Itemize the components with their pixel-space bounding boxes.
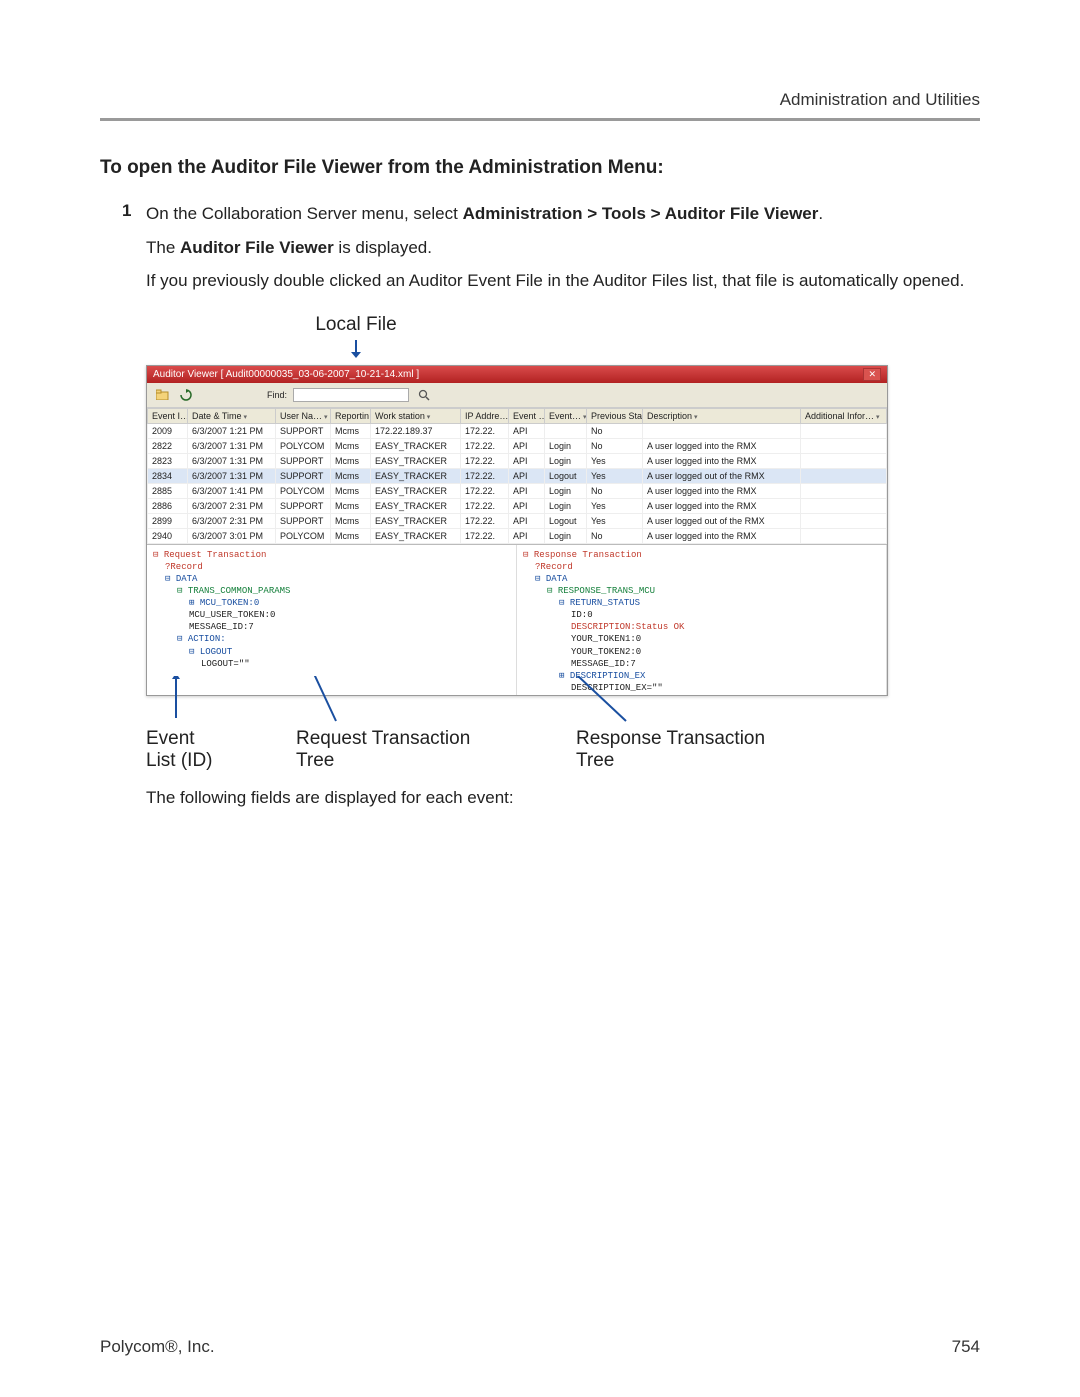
figure: Local File Auditor Viewer [ Audit0000003… bbox=[146, 314, 886, 774]
table-row[interactable]: 28226/3/2007 1:31 PMPOLYCOMMcmsEASY_TRAC… bbox=[148, 438, 887, 453]
col-ip[interactable]: IP Addre… bbox=[461, 408, 509, 423]
col-workstation[interactable]: Work station bbox=[371, 408, 461, 423]
col-date[interactable]: Date & Time bbox=[188, 408, 276, 423]
col-event-id[interactable]: Event I… bbox=[148, 408, 188, 423]
event-list-caption: Event List (ID) bbox=[146, 728, 296, 774]
captions-row: Event List (ID) Request Transaction Tree… bbox=[146, 728, 886, 774]
auditor-viewer-window: Auditor Viewer [ Audit00000035_03-06-200… bbox=[146, 365, 888, 696]
line-previous: If you previously double clicked an Audi… bbox=[146, 268, 980, 294]
table-row[interactable]: 28346/3/2007 1:31 PMSUPPORTMcmsEASY_TRAC… bbox=[148, 468, 887, 483]
step-text: On the Collaboration Server menu, select… bbox=[146, 201, 980, 227]
titlebar[interactable]: Auditor Viewer [ Audit00000035_03-06-200… bbox=[147, 366, 887, 383]
breadcrumb: Administration and Utilities bbox=[100, 90, 980, 110]
toolbar: Find: bbox=[147, 383, 887, 408]
response-tree-caption: Response Transaction Tree bbox=[576, 728, 886, 774]
refresh-icon[interactable] bbox=[177, 386, 195, 404]
response-tree[interactable]: ⊟ Response Transaction ?Record ⊟ DATA ⊟ … bbox=[517, 545, 887, 695]
window-title: Auditor Viewer [ Audit00000035_03-06-200… bbox=[153, 369, 419, 380]
request-tree[interactable]: ⊟ Request Transaction ?Record ⊟ DATA ⊟ T… bbox=[147, 545, 517, 695]
col-event2[interactable]: Event… bbox=[545, 408, 587, 423]
find-label: Find: bbox=[267, 390, 287, 400]
table-row[interactable]: 28996/3/2007 2:31 PMSUPPORTMcmsEASY_TRAC… bbox=[148, 513, 887, 528]
line-displayed: The Auditor File Viewer is displayed. bbox=[146, 235, 980, 261]
step-number: 1 bbox=[122, 201, 146, 227]
arrows-row bbox=[146, 696, 886, 726]
divider bbox=[100, 118, 980, 121]
footer-page: 754 bbox=[952, 1337, 980, 1357]
table-header-row[interactable]: Event I… Date & Time User Na… Reportin… … bbox=[148, 408, 887, 423]
lower-panes: ⊟ Request Transaction ?Record ⊟ DATA ⊟ T… bbox=[147, 544, 887, 695]
table-row[interactable]: 28856/3/2007 1:41 PMPOLYCOMMcmsEASY_TRAC… bbox=[148, 483, 887, 498]
events-table[interactable]: Event I… Date & Time User Na… Reportin… … bbox=[147, 408, 887, 544]
local-file-label: Local File bbox=[286, 314, 426, 336]
table-row[interactable]: 28866/3/2007 2:31 PMSUPPORTMcmsEASY_TRAC… bbox=[148, 498, 887, 513]
col-desc[interactable]: Description bbox=[643, 408, 801, 423]
arrow-down-icon bbox=[346, 340, 886, 363]
table-row[interactable]: 28236/3/2007 1:31 PMSUPPORTMcmsEASY_TRAC… bbox=[148, 453, 887, 468]
table-row[interactable]: 20096/3/2007 1:21 PMSUPPORTMcms172.22.18… bbox=[148, 423, 887, 438]
search-icon[interactable] bbox=[415, 386, 433, 404]
col-addl[interactable]: Additional Infor… bbox=[801, 408, 887, 423]
col-user[interactable]: User Na… bbox=[276, 408, 331, 423]
col-event[interactable]: Event … bbox=[509, 408, 545, 423]
section-title: To open the Auditor File Viewer from the… bbox=[100, 157, 980, 179]
close-icon[interactable]: ✕ bbox=[863, 368, 881, 381]
open-icon[interactable] bbox=[153, 386, 171, 404]
col-reporting[interactable]: Reportin… bbox=[331, 408, 371, 423]
col-prev[interactable]: Previous State… bbox=[587, 408, 643, 423]
request-tree-caption: Request Transaction Tree bbox=[296, 728, 576, 774]
after-figure-text: The following fields are displayed for e… bbox=[146, 785, 980, 811]
find-input[interactable] bbox=[293, 388, 409, 402]
table-row[interactable]: 29406/3/2007 3:01 PMPOLYCOMMcmsEASY_TRAC… bbox=[148, 528, 887, 543]
footer-company: Polycom®, Inc. bbox=[100, 1337, 215, 1357]
